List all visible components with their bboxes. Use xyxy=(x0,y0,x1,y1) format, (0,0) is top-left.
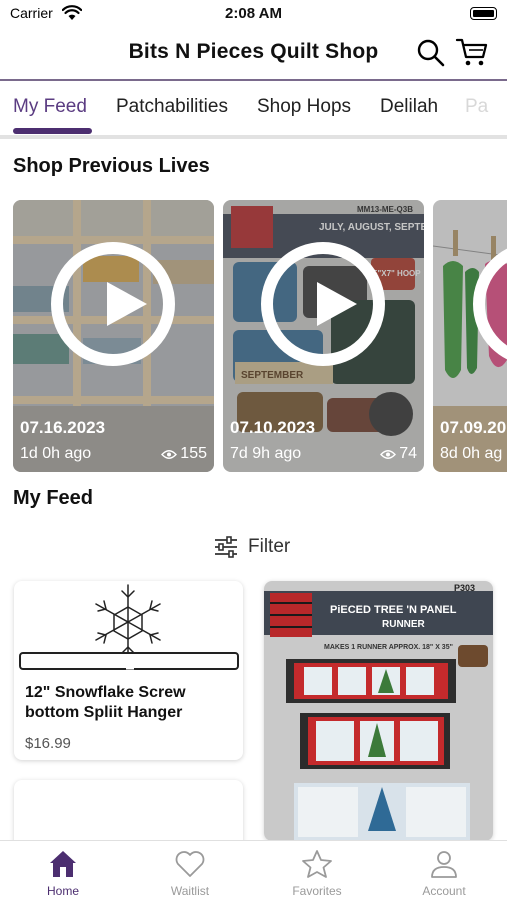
filter-button[interactable]: Filter xyxy=(214,535,290,559)
tabs-divider xyxy=(0,135,507,139)
search-icon[interactable] xyxy=(416,38,446,68)
nav-waitlist[interactable]: Waitlist xyxy=(127,841,253,900)
nav-home[interactable]: Home xyxy=(0,841,126,900)
nav-waitlist-label: Waitlist xyxy=(170,884,210,898)
eye-icon xyxy=(380,449,397,459)
section-title-my-feed: My Feed xyxy=(13,487,94,509)
battery-icon xyxy=(470,7,497,20)
app-header: Bits N Pieces Quilt Shop xyxy=(0,30,507,80)
live-time-ago: 8d 0h ag xyxy=(440,445,503,462)
live-video-card[interactable]: 07.16.2023 1d 0h ago 155 xyxy=(13,200,214,472)
live-view-count: 155 xyxy=(161,445,207,463)
nav-favorites-label: Favorites xyxy=(292,884,342,898)
filter-sliders-icon xyxy=(215,536,237,558)
bottom-tab-bar: Home Waitlist Favorites Account xyxy=(0,840,507,900)
tab-delilah[interactable]: Delilah xyxy=(380,96,438,118)
product-price: $16.99 xyxy=(25,735,71,752)
status-bar: Carrier 2:08 AM xyxy=(0,0,507,30)
tab-shop-hops[interactable]: Shop Hops xyxy=(257,96,351,118)
live-video-card[interactable]: 07.09.20 8d 0h ag xyxy=(433,200,507,472)
live-view-count: 74 xyxy=(380,445,417,463)
home-icon xyxy=(50,851,76,877)
header-divider xyxy=(0,79,507,81)
person-icon xyxy=(431,851,457,878)
section-title-previous-lives: Shop Previous Lives xyxy=(13,155,210,177)
image-title: PiECED TREE 'N PANEL xyxy=(330,604,457,616)
view-count-value: 74 xyxy=(399,445,417,462)
play-icon[interactable] xyxy=(261,242,385,366)
tab-my-feed[interactable]: My Feed xyxy=(13,96,87,118)
product-image-snowflake-hanger xyxy=(19,584,239,670)
product-image-pieced-tree-runner: PiECED TREE 'N PANEL RUNNER P303 MAKES 1… xyxy=(264,581,493,841)
live-time-ago: 1d 0h ago xyxy=(20,445,92,462)
live-date: 07.09.20 xyxy=(440,418,507,437)
tab-patchabilities[interactable]: Patchabilities xyxy=(116,96,228,118)
eye-icon xyxy=(161,449,178,459)
play-icon[interactable] xyxy=(51,242,175,366)
live-time-ago: 7d 9h ago xyxy=(230,445,302,462)
image-subtitle: RUNNER xyxy=(382,619,426,630)
view-count-value: 155 xyxy=(180,445,207,462)
nav-home-label: Home xyxy=(46,884,79,898)
filter-label: Filter xyxy=(248,536,291,557)
product-name: 12" Snowflake Screw bottom Spliit Hanger xyxy=(25,684,186,721)
image-code: P303 xyxy=(454,583,475,593)
active-tab-indicator xyxy=(13,128,92,134)
image-tagline: MAKES 1 RUNNER APPROX. 18" X 35" xyxy=(324,644,453,651)
cart-icon[interactable] xyxy=(455,36,489,68)
live-date: 07.16.2023 xyxy=(20,418,106,437)
tab-pa[interactable]: Pa xyxy=(465,96,488,118)
product-card[interactable]: 12" Snowflake Screw bottom Spliit Hanger… xyxy=(14,581,243,760)
nav-favorites[interactable]: Favorites xyxy=(254,841,380,900)
live-video-card[interactable]: JULY, AUGUST, SEPTEMBER MM13-ME-Q3B 5"X7… xyxy=(223,200,424,472)
star-icon xyxy=(302,850,332,878)
heart-icon xyxy=(175,851,205,877)
product-card[interactable]: PiECED TREE 'N PANEL RUNNER P303 MAKES 1… xyxy=(264,581,493,841)
live-date: 07.10.2023 xyxy=(230,418,316,437)
clock: 2:08 AM xyxy=(225,5,282,22)
nav-account-label: Account xyxy=(422,884,466,898)
category-tabs: My Feed Patchabilities Shop Hops Delilah… xyxy=(0,82,507,136)
nav-account[interactable]: Account xyxy=(381,841,507,900)
